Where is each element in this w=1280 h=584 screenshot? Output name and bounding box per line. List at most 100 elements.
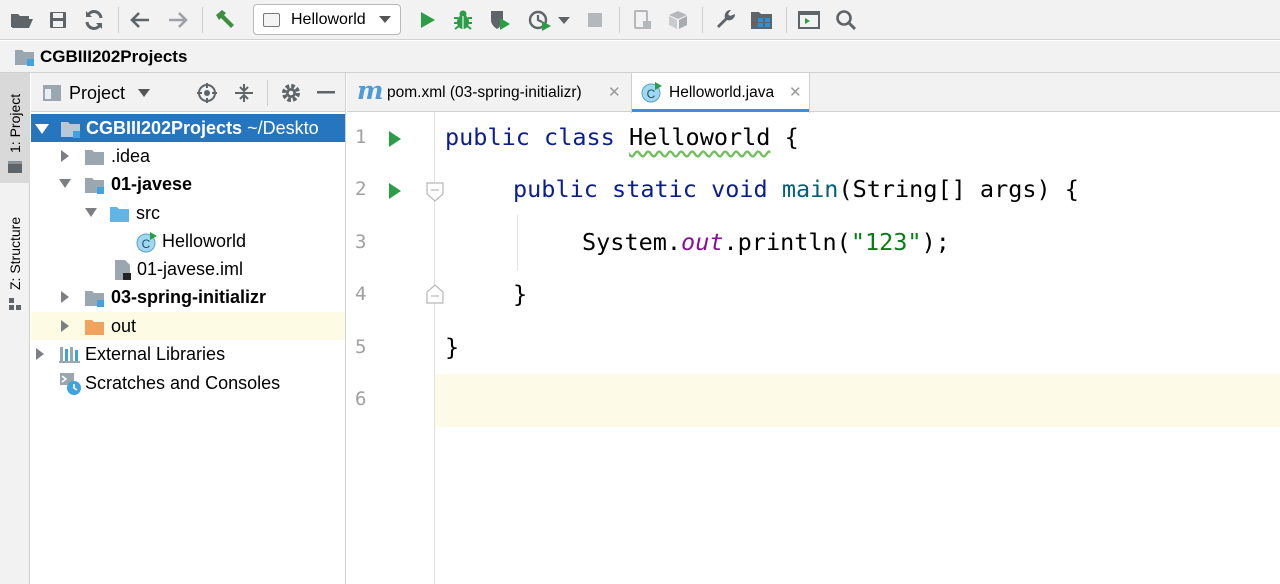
tree-item-01-javese[interactable]: 01-javese xyxy=(31,170,345,198)
tab-label: Helloworld.java xyxy=(669,84,775,101)
chevron-down-icon xyxy=(379,16,391,23)
tree-item-external-libraries[interactable]: External Libraries xyxy=(31,340,345,368)
code-line-4: } xyxy=(513,280,528,308)
run-configuration-dropdown[interactable]: Helloworld xyxy=(253,4,401,35)
project-tab-icon xyxy=(8,161,22,173)
run-config-icon xyxy=(263,13,280,27)
editor-gutter: 1 2 3 4 5 6 xyxy=(347,112,444,584)
expanded-arrow-icon[interactable] xyxy=(35,123,49,135)
module-folder-icon xyxy=(85,291,104,307)
tree-item-scratches[interactable]: Scratches and Consoles xyxy=(31,369,345,397)
maven-icon: m xyxy=(357,76,384,105)
library-icon xyxy=(59,347,80,363)
line-number: 2 xyxy=(355,178,367,200)
coverage-icon[interactable] xyxy=(486,6,514,34)
project-folder-icon xyxy=(15,50,34,66)
tree-item-label: 01-javese.iml xyxy=(137,259,244,279)
code-line-2: public static void main(String[] args) { xyxy=(513,175,1079,203)
collapse-all-icon[interactable] xyxy=(233,82,255,104)
project-structure-icon[interactable] xyxy=(748,6,776,34)
save-icon[interactable] xyxy=(44,6,72,34)
run-gutter-icon[interactable] xyxy=(388,182,402,200)
module-file-icon xyxy=(115,260,131,280)
scratches-icon xyxy=(60,373,81,395)
structure-tab-icon xyxy=(9,298,21,310)
package-icon[interactable] xyxy=(664,6,692,34)
svg-text:C: C xyxy=(142,237,151,251)
tree-item-label: src xyxy=(136,203,160,223)
wrench-icon[interactable] xyxy=(712,6,740,34)
tab-project[interactable]: 1: Project xyxy=(0,73,30,183)
run-gutter-icon[interactable] xyxy=(388,130,402,148)
tree-item-03-spring[interactable]: 03-spring-initializr xyxy=(31,283,345,311)
folder-icon xyxy=(85,150,104,165)
code-line-5: } xyxy=(445,333,460,361)
chevron-down-icon[interactable] xyxy=(137,87,151,99)
tab-structure[interactable]: Z: Structure xyxy=(0,198,30,323)
sync-icon[interactable] xyxy=(80,6,108,34)
module-folder-icon xyxy=(85,178,104,194)
excluded-folder-icon xyxy=(85,320,104,335)
back-icon[interactable] xyxy=(126,6,154,34)
tab-project-label: 1: Project xyxy=(7,93,23,153)
tree-item-label: 03-spring-initializr xyxy=(111,287,267,307)
tree-item-label: CGBIII202Projects ~/Deskto xyxy=(86,118,319,138)
line-number: 4 xyxy=(355,283,367,305)
open-folder-icon[interactable] xyxy=(8,6,36,34)
stop-icon[interactable] xyxy=(581,6,609,34)
tab-label: pom.xml (03-spring-initializr) xyxy=(387,84,582,101)
tree-item-label: out xyxy=(111,316,137,336)
project-panel: Project CGBIII202Projects ~/Deskto .idea… xyxy=(31,73,346,584)
tree-item-src[interactable]: src xyxy=(31,199,345,227)
svg-text:C: C xyxy=(647,87,656,101)
line-number: 3 xyxy=(355,231,367,253)
device-icon[interactable] xyxy=(628,6,656,34)
tree-item-idea[interactable]: .idea xyxy=(31,142,345,170)
tree-item-label: Scratches and Consoles xyxy=(85,373,281,393)
project-panel-header: Project xyxy=(31,73,345,112)
code-line-1: public class Helloworld { xyxy=(445,123,799,151)
tree-item-label: External Libraries xyxy=(85,344,226,364)
editor-area: m pom.xml (03-spring-initializr) ✕ C Hel… xyxy=(347,73,1280,584)
run-icon[interactable] xyxy=(413,6,441,34)
expanded-arrow-icon[interactable] xyxy=(59,179,71,189)
run-config-label: Helloworld xyxy=(291,11,366,28)
close-icon[interactable]: ✕ xyxy=(789,83,802,101)
breadcrumb[interactable]: CGBIII202Projects xyxy=(40,47,187,67)
expanded-arrow-icon[interactable] xyxy=(85,208,97,218)
code-area[interactable]: public class Helloworld { public static … xyxy=(435,112,1280,584)
forward-icon[interactable] xyxy=(164,6,192,34)
line-number: 6 xyxy=(355,388,367,410)
tab-helloworld-java[interactable]: C Helloworld.java ✕ xyxy=(631,73,810,113)
locate-file-icon[interactable] xyxy=(196,82,218,104)
collapsed-arrow-icon[interactable] xyxy=(60,150,70,162)
debug-icon[interactable] xyxy=(449,6,477,34)
collapsed-arrow-icon[interactable] xyxy=(60,291,70,303)
tree-item-root[interactable]: CGBIII202Projects ~/Deskto xyxy=(31,114,345,142)
collapsed-arrow-icon[interactable] xyxy=(60,320,70,332)
tree-item-helloworld[interactable]: C Helloworld xyxy=(31,227,345,255)
project-view-title[interactable]: Project xyxy=(69,83,125,104)
hide-panel-icon[interactable] xyxy=(317,91,335,95)
close-icon[interactable]: ✕ xyxy=(608,83,621,101)
project-view-icon xyxy=(43,85,61,101)
java-class-icon: C xyxy=(641,82,662,103)
tree-item-out[interactable]: out xyxy=(31,312,345,340)
build-hammer-icon[interactable] xyxy=(211,6,239,34)
module-folder-icon xyxy=(61,122,80,138)
tree-item-iml[interactable]: 01-javese.iml xyxy=(31,255,345,283)
tab-structure-label: Z: Structure xyxy=(7,216,23,290)
editor-tabs: m pom.xml (03-spring-initializr) ✕ C Hel… xyxy=(347,73,1280,113)
code-line-3: System.out.println("123"); xyxy=(582,228,950,256)
tree-item-label: 01-javese xyxy=(111,174,193,194)
left-tool-strip: 1: Project Z: Structure xyxy=(0,73,30,584)
tree-item-label: Helloworld xyxy=(162,231,247,251)
tab-pom-xml[interactable]: m pom.xml (03-spring-initializr) ✕ xyxy=(347,73,630,112)
profile-dropdown-icon[interactable] xyxy=(550,6,578,34)
gear-icon[interactable] xyxy=(280,82,302,104)
search-icon[interactable] xyxy=(832,6,860,34)
terminal-icon[interactable] xyxy=(795,6,823,34)
tree-item-label: .idea xyxy=(111,146,151,166)
collapsed-arrow-icon[interactable] xyxy=(35,348,45,360)
java-class-icon: C xyxy=(136,232,157,253)
